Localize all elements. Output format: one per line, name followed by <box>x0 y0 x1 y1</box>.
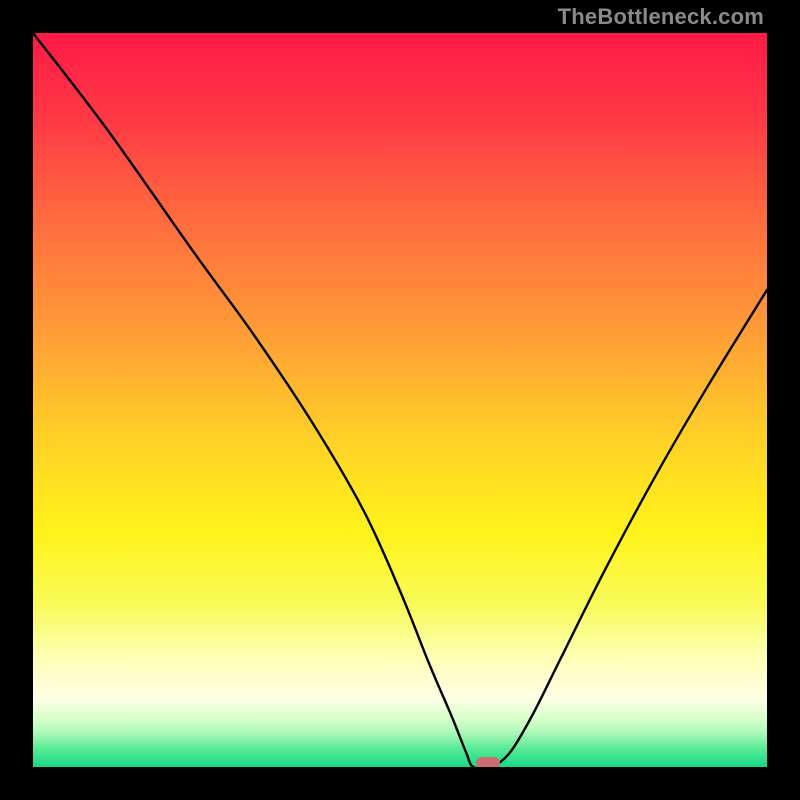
operating-point-marker <box>476 757 500 767</box>
plot-area <box>33 33 767 767</box>
curve-layer <box>33 33 767 767</box>
watermark-text: TheBottleneck.com <box>558 4 764 30</box>
bottleneck-curve <box>33 33 767 767</box>
chart-frame: TheBottleneck.com <box>0 0 800 800</box>
